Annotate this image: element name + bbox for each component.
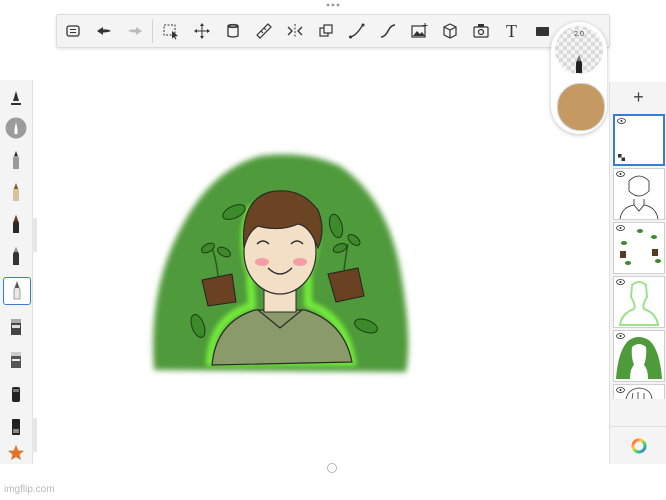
star-icon[interactable] (3, 440, 29, 466)
layer-thumb-lineart[interactable] (613, 168, 665, 220)
layer-thumb-leaves[interactable] (613, 222, 665, 274)
3d-icon[interactable] (434, 15, 465, 47)
brush-tip-icon (576, 55, 582, 73)
top-toolbar: T (56, 14, 610, 48)
smudge-icon[interactable] (3, 314, 29, 340)
airbrush-icon[interactable] (3, 243, 29, 269)
fill-icon[interactable] (217, 15, 248, 47)
toolbar-divider (152, 19, 153, 43)
background-thumbnail (616, 337, 662, 379)
symmetry-icon[interactable] (279, 15, 310, 47)
redo-icon[interactable] (119, 15, 150, 47)
left-toolbar (0, 80, 37, 466)
pencil-icon[interactable] (3, 147, 29, 173)
toolbar-drag-tab[interactable] (32, 418, 37, 452)
watermark: imgflip.com (4, 484, 55, 495)
canvas-artwork[interactable] (140, 140, 420, 390)
lineart-thumbnail (619, 175, 659, 219)
brush-settings-icon[interactable] (3, 86, 29, 112)
left-plant-pot (201, 273, 237, 307)
import-icon[interactable] (465, 15, 496, 47)
marker-icon[interactable] (3, 211, 29, 237)
felt-pen-icon[interactable] (3, 381, 29, 407)
current-color-swatch[interactable] (557, 83, 605, 131)
curve-icon[interactable] (372, 15, 403, 47)
leaves-thumbnail (620, 229, 661, 265)
layers-panel: + (609, 82, 666, 464)
add-layer-button[interactable]: + (610, 84, 666, 110)
color-wheel-icon (631, 438, 646, 454)
eye-icon[interactable] (617, 118, 626, 124)
ruler-icon[interactable] (248, 15, 279, 47)
alpha-lock-icon[interactable] (618, 154, 625, 161)
layers-menu-icon[interactable] (57, 15, 88, 47)
stroke-icon[interactable] (341, 15, 372, 47)
glow-thumbnail (618, 281, 660, 326)
brush-preview-icon[interactable] (3, 115, 29, 141)
selection-icon[interactable] (155, 15, 186, 47)
blend-icon[interactable] (3, 347, 29, 373)
layer-thumb-empty[interactable] (613, 114, 665, 166)
text-tool-glyph: T (506, 20, 517, 41)
chisel-marker-icon[interactable] (3, 414, 29, 440)
ink-pen-icon[interactable] (3, 179, 29, 205)
right-blush (293, 258, 307, 266)
brush-size-label: 2.0 (574, 31, 584, 38)
eraser-icon[interactable] (3, 277, 31, 305)
layer-thumb-background[interactable] (613, 330, 665, 382)
color-wheel-button[interactable] (610, 426, 666, 465)
canvas-page-indicator[interactable] (327, 463, 337, 473)
left-blush (255, 258, 269, 266)
transform-icon[interactable] (186, 15, 217, 47)
toolbar-drag-tab[interactable] (32, 218, 37, 252)
perspective-icon[interactable] (310, 15, 341, 47)
hair-sketch-thumbnail (625, 387, 653, 399)
image-icon[interactable] (403, 15, 434, 47)
text-icon[interactable]: T (496, 15, 527, 47)
drag-handle[interactable] (321, 1, 345, 9)
undo-icon[interactable] (88, 15, 119, 47)
layer-thumb-glow[interactable] (613, 276, 665, 328)
layer-thumb-hair-sketch[interactable] (613, 384, 665, 399)
